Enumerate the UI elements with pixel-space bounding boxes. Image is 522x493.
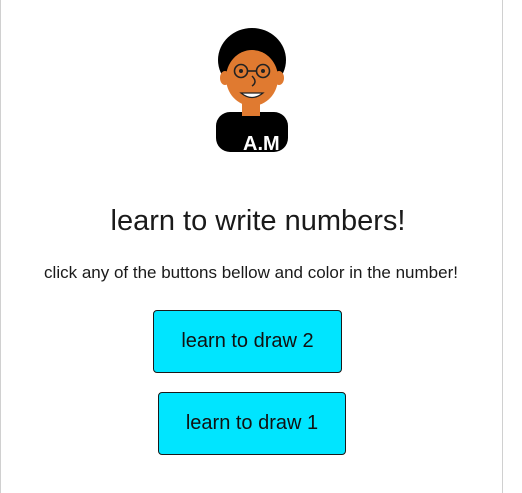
eye-left <box>239 69 243 73</box>
avatar: A.M <box>216 28 288 155</box>
avatar-ear-left <box>220 71 230 85</box>
page-title: learn to write numbers! <box>110 205 406 237</box>
avatar-ear-right <box>274 71 284 85</box>
page-border-left <box>0 0 1 493</box>
page-border-right <box>502 0 503 493</box>
learn-to-draw-1-button[interactable]: learn to draw 1 <box>158 392 346 455</box>
eye-right <box>261 69 265 73</box>
avatar-initials: A.M <box>243 133 280 155</box>
learn-to-draw-2-button[interactable]: learn to draw 2 <box>153 310 342 373</box>
instructions-text: click any of the buttons bellow and colo… <box>44 263 458 282</box>
